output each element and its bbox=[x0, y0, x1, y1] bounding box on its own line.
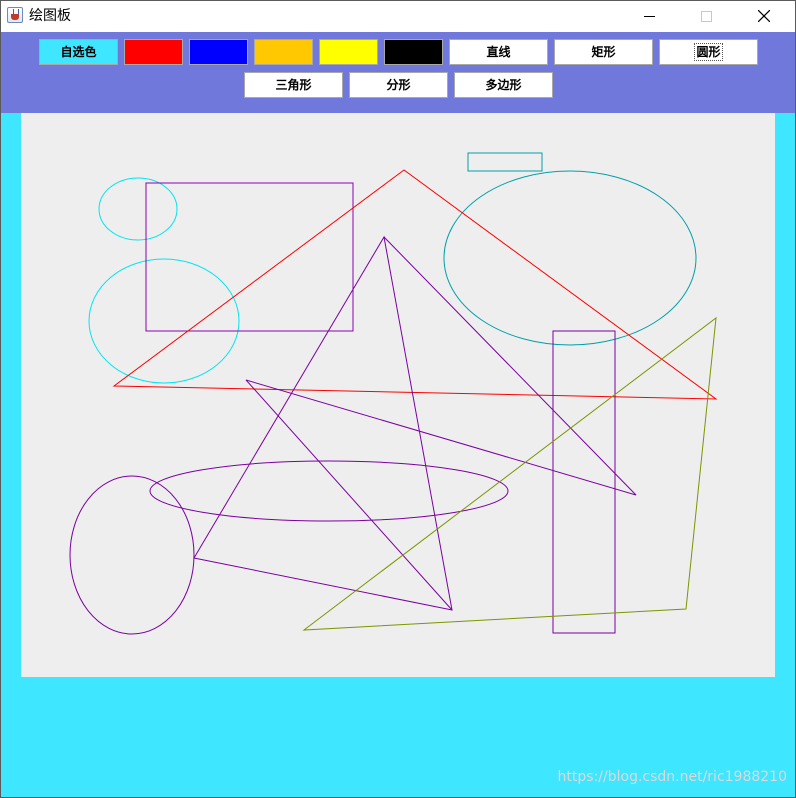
drawn-rectangle bbox=[552, 330, 616, 634]
minimize-icon bbox=[644, 16, 655, 17]
drawn-ellipse bbox=[69, 475, 195, 635]
custom-color-button[interactable]: 自选色 bbox=[39, 39, 118, 65]
java-cup-icon bbox=[7, 7, 23, 23]
drawn-triangle bbox=[193, 235, 453, 611]
circle-tool-button[interactable]: 圆形 bbox=[659, 39, 758, 65]
rectangle-tool-button[interactable]: 矩形 bbox=[554, 39, 653, 65]
drawn-ellipse bbox=[149, 460, 509, 522]
drawn-rectangle bbox=[467, 152, 543, 172]
toolbar: 自选色 直线 矩形 圆形 三角形 分形 多边形 bbox=[1, 32, 795, 113]
window-title: 绘图板 bbox=[29, 8, 71, 24]
color-swatch-yellow[interactable] bbox=[319, 39, 378, 65]
drawing-board-window: 绘图板 自选色 直线 矩形 圆形 三角形 分形 多边形 https://blog… bbox=[0, 0, 796, 798]
drawing-canvas[interactable] bbox=[21, 113, 775, 677]
color-swatch-orange[interactable] bbox=[254, 39, 313, 65]
maximize-button[interactable] bbox=[683, 1, 729, 32]
title-bar: 绘图板 bbox=[1, 1, 795, 32]
close-button[interactable] bbox=[741, 1, 787, 32]
drawn-ellipse bbox=[443, 170, 697, 346]
drawn-line bbox=[245, 379, 637, 496]
drawn-line bbox=[245, 379, 453, 611]
color-swatch-red[interactable] bbox=[124, 39, 183, 65]
drawn-polygon bbox=[302, 316, 717, 631]
minimize-button[interactable] bbox=[627, 1, 673, 32]
drawn-ellipse bbox=[98, 177, 178, 241]
color-swatch-black[interactable] bbox=[384, 39, 443, 65]
polygon-tool-button[interactable]: 多边形 bbox=[454, 72, 553, 98]
watermark: https://blog.csdn.net/ric1988210 bbox=[557, 769, 787, 785]
close-icon bbox=[758, 10, 770, 22]
drawing-surface bbox=[69, 152, 718, 635]
fractal-tool-button[interactable]: 分形 bbox=[349, 72, 448, 98]
triangle-tool-button[interactable]: 三角形 bbox=[244, 72, 343, 98]
drawn-ellipse bbox=[88, 258, 240, 384]
circle-tool-label: 圆形 bbox=[694, 43, 723, 61]
drawn-triangle bbox=[112, 169, 718, 400]
maximize-icon bbox=[701, 11, 712, 22]
drawn-line bbox=[383, 236, 637, 496]
color-swatch-blue[interactable] bbox=[189, 39, 248, 65]
line-tool-button[interactable]: 直线 bbox=[449, 39, 548, 65]
